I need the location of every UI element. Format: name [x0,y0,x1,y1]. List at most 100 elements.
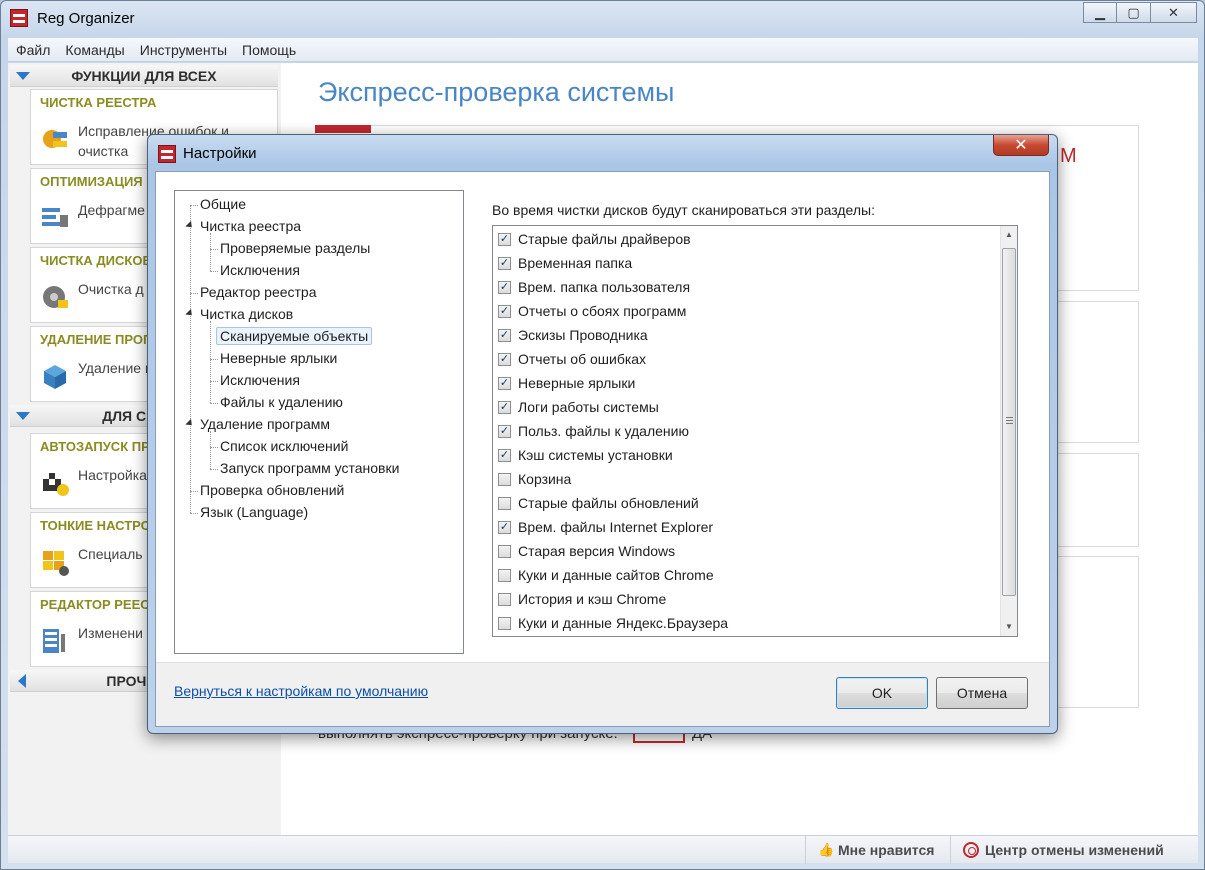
scan-item-row[interactable]: ✓ Старые файлы драйверов [497,227,691,251]
scan-item-label: Старые файлы обновлений [518,495,699,511]
maximize-button[interactable]: ▢ [1117,2,1151,23]
close-button[interactable]: ✕ [1151,2,1197,23]
red-tab-marker [315,125,371,133]
scan-item-row[interactable]: Куки и данные сайтов Chrome [497,563,714,587]
tree-item-registry-clean[interactable]: Чистка реестра [200,218,301,234]
scan-item-row[interactable]: ✓ Эскизы Проводника [497,323,648,347]
card-title: РЕДАКТОР РЕЕСТ [40,597,158,612]
scan-item-row[interactable]: ✓ Врем. папка пользователя [497,275,690,299]
menu-help[interactable]: Помощь [242,42,296,58]
tree-connector [210,381,218,382]
checkbox-checked[interactable]: ✓ [498,448,511,462]
scan-item-row[interactable]: ✓ Отчеты о сбоях программ [497,299,686,323]
scan-item-row[interactable]: Куки и данные Яндекс.Браузера [497,611,728,635]
checkbox-checked[interactable]: ✓ [498,424,511,438]
tree-item-installer-launch[interactable]: Запуск программ установки [220,460,399,476]
sidebar-section-all[interactable]: ФУНКЦИИ ДЛЯ ВСЕХ [10,65,278,87]
scroll-up-icon[interactable]: ▲ [1001,226,1017,243]
card-title: ЧИСТКА РЕЕСТРА [40,95,157,110]
scan-item-row[interactable]: ✓ Неверные ярлыки [497,371,635,395]
thumbs-up-icon: 👍 [818,842,835,857]
card-title: ОПТИМИЗАЦИЯ Р [40,174,155,189]
scan-item-row[interactable]: ✓ Врем. файлы Internet Explorer [497,515,713,539]
tree-item-disk-exclusions[interactable]: Исключения [220,372,300,388]
scan-item-label: Отчеты о сбоях программ [518,303,687,319]
scan-item-row[interactable]: Старая версия Windows [497,539,675,563]
reset-defaults-link[interactable]: Вернуться к настройкам по умолчанию [174,683,428,699]
tree-item-registry-exclusions[interactable]: Исключения [220,262,300,278]
tree-connector [190,491,198,492]
expand-triangle-icon[interactable] [185,308,195,319]
tree-item-files-to-delete[interactable]: Файлы к удалению [220,394,343,410]
menu-tools[interactable]: Инструменты [140,42,227,58]
scan-item-row[interactable]: Корзина [497,467,571,491]
tree-connector [190,293,198,294]
tree-item-broken-shortcuts[interactable]: Неверные ярлыки [220,350,337,366]
tree-item-update-check[interactable]: Проверка обновлений [200,482,344,498]
tree-item-exclusion-list[interactable]: Список исключений [220,438,348,454]
tree-item-language[interactable]: Язык (Language) [200,504,308,520]
checkbox-unchecked[interactable] [498,592,511,606]
checkbox-checked[interactable]: ✓ [498,280,511,294]
scan-item-row[interactable]: История и кэш Chrome [497,587,666,611]
card-title: ЧИСТКА ДИСКОВ [40,253,152,268]
page-title: Экспресс-проверка системы [318,77,675,107]
checkbox-unchecked[interactable] [498,544,511,558]
tree-item-checked-sections[interactable]: Проверяемые разделы [220,240,370,256]
checkbox-unchecked[interactable] [498,568,511,582]
menu-file[interactable]: Файл [16,42,50,58]
tree-item-disk-clean[interactable]: Чистка дисков [200,306,293,322]
ok-button[interactable]: OK [836,677,928,709]
card-title: ТОНКИЕ НАСТРОЙ [40,518,161,533]
scan-item-row[interactable]: ✓ Логи работы системы [497,395,659,419]
autorun-icon [43,473,69,496]
vertical-scrollbar[interactable]: ▲ ▼ [1000,226,1017,636]
checkbox-checked[interactable]: ✓ [498,400,511,414]
scroll-thumb[interactable] [1002,248,1016,596]
disk-clean-icon [43,286,68,308]
tree-connector [190,513,198,514]
scan-item-label: Старая версия Windows [518,543,676,559]
scan-item-row[interactable]: Старые файлы обновлений [497,491,699,515]
tree-item-registry-editor[interactable]: Редактор реестра [200,284,317,300]
tree-item-scanned-objects[interactable]: Сканируемые объекты [216,327,373,345]
checkbox-checked[interactable]: ✓ [498,256,511,270]
tree-item-uninstall[interactable]: Удаление программ [200,416,330,432]
expand-triangle-icon[interactable] [185,220,195,231]
dialog-title: Настройки [183,145,257,162]
checkbox-checked[interactable]: ✓ [498,376,511,390]
checkbox-checked[interactable]: ✓ [498,520,511,534]
checkbox-unchecked[interactable] [498,616,511,630]
menu-commands[interactable]: Команды [65,42,124,58]
scan-item-row[interactable]: ✓ Кэш системы установки [497,443,673,467]
tree-connector [190,205,198,206]
checkbox-checked[interactable]: ✓ [498,232,511,246]
minimize-button[interactable]: ▁ [1083,2,1117,23]
undo-center-button[interactable]: Центр отмены изменений [950,836,1176,864]
defrag-icon [42,208,68,227]
dialog-close-button[interactable]: ✕ [993,135,1049,156]
tree-item-general[interactable]: Общие [200,196,246,212]
scan-item-label: Отчеты об ошибках [518,351,647,367]
settings-dialog: Настройки ✕ Общие Чистка реестра Проверя… [147,134,1058,734]
like-button[interactable]: 👍 Мне нравится [805,836,946,864]
settings-tree: Общие Чистка реестра Проверяемые разделы… [174,190,464,654]
cancel-button[interactable]: Отмена [936,677,1028,709]
collapse-arrow-icon [16,72,30,80]
checkbox-unchecked[interactable] [498,472,511,486]
windows-tweaks-icon [43,551,69,576]
checkbox-unchecked[interactable] [498,496,511,510]
status-bar: 👍 Мне нравится Центр отмены изменений [8,835,1198,864]
checkbox-checked[interactable]: ✓ [498,304,511,318]
scan-item-label: Врем. папка пользователя [518,279,691,295]
scan-item-row[interactable]: ✓ Временная папка [497,251,632,275]
dialog-footer: Вернуться к настройкам по умолчанию OK О… [156,662,1049,726]
menu-bar: Файл Команды Инструменты Помощь [8,38,1198,62]
scan-item-row[interactable]: ✓ Польз. файлы к удалению [497,419,689,443]
tree-connector [210,469,218,470]
checkbox-checked[interactable]: ✓ [498,352,511,366]
expand-triangle-icon[interactable] [185,418,195,429]
checkbox-checked[interactable]: ✓ [498,328,511,342]
scan-item-row[interactable]: ✓ Отчеты об ошибках [497,347,646,371]
scroll-down-icon[interactable]: ▼ [1001,618,1017,635]
